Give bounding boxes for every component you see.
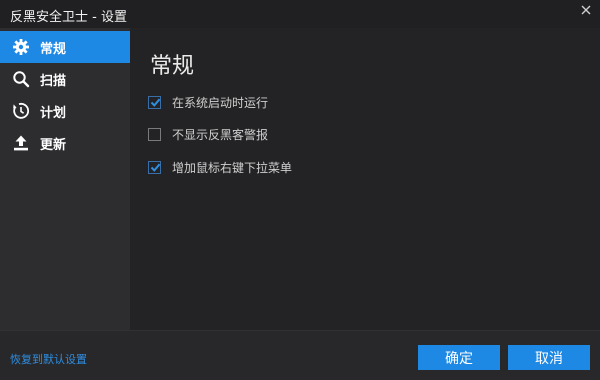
settings-panel: 常规 在系统启动时运行 不显示反黑客警报 增加鼠标右键下拉菜单 (130, 28, 600, 330)
restore-defaults-link[interactable]: 恢复到默认设置 (10, 351, 87, 367)
search-icon (13, 71, 30, 88)
title-bar: 反黑安全卫士 - 设置 (0, 0, 600, 28)
checkbox[interactable] (148, 95, 161, 109)
sidebar-item-label: 常规 (40, 41, 67, 57)
cancel-button[interactable]: 取消 (508, 345, 590, 370)
checkbox[interactable] (148, 127, 161, 141)
option-label: 增加鼠标右键下拉菜单 (172, 160, 293, 175)
sidebar: 常规 扫描 计划 更新 (0, 28, 130, 330)
option-hide-alerts[interactable]: 不显示反黑客警报 (148, 126, 268, 142)
clock-icon (13, 102, 30, 119)
gear-icon (13, 39, 29, 55)
window-title: 反黑安全卫士 - 设置 (10, 10, 127, 25)
option-label: 在系统启动时运行 (172, 95, 269, 110)
footer: 恢复到默认设置 确定 取消 (0, 330, 600, 380)
sidebar-item-label: 计划 (40, 105, 67, 121)
option-label: 不显示反黑客警报 (172, 127, 269, 142)
close-icon[interactable] (578, 2, 594, 18)
check-icon (150, 98, 161, 107)
ok-button[interactable]: 确定 (418, 345, 500, 370)
sidebar-item-label: 更新 (40, 137, 67, 153)
page-title: 常规 (150, 54, 195, 79)
sidebar-item-label: 扫描 (40, 73, 67, 89)
checkbox[interactable] (148, 160, 161, 174)
option-run-at-startup[interactable]: 在系统启动时运行 (148, 94, 268, 110)
upload-icon (14, 135, 28, 151)
option-context-menu[interactable]: 增加鼠标右键下拉菜单 (148, 159, 292, 175)
sidebar-item-scan[interactable]: 扫描 (0, 63, 130, 95)
sidebar-item-schedule[interactable]: 计划 (0, 95, 130, 127)
sidebar-item-general[interactable]: 常规 (0, 31, 130, 63)
check-icon (150, 163, 161, 172)
sidebar-item-update[interactable]: 更新 (0, 127, 130, 159)
